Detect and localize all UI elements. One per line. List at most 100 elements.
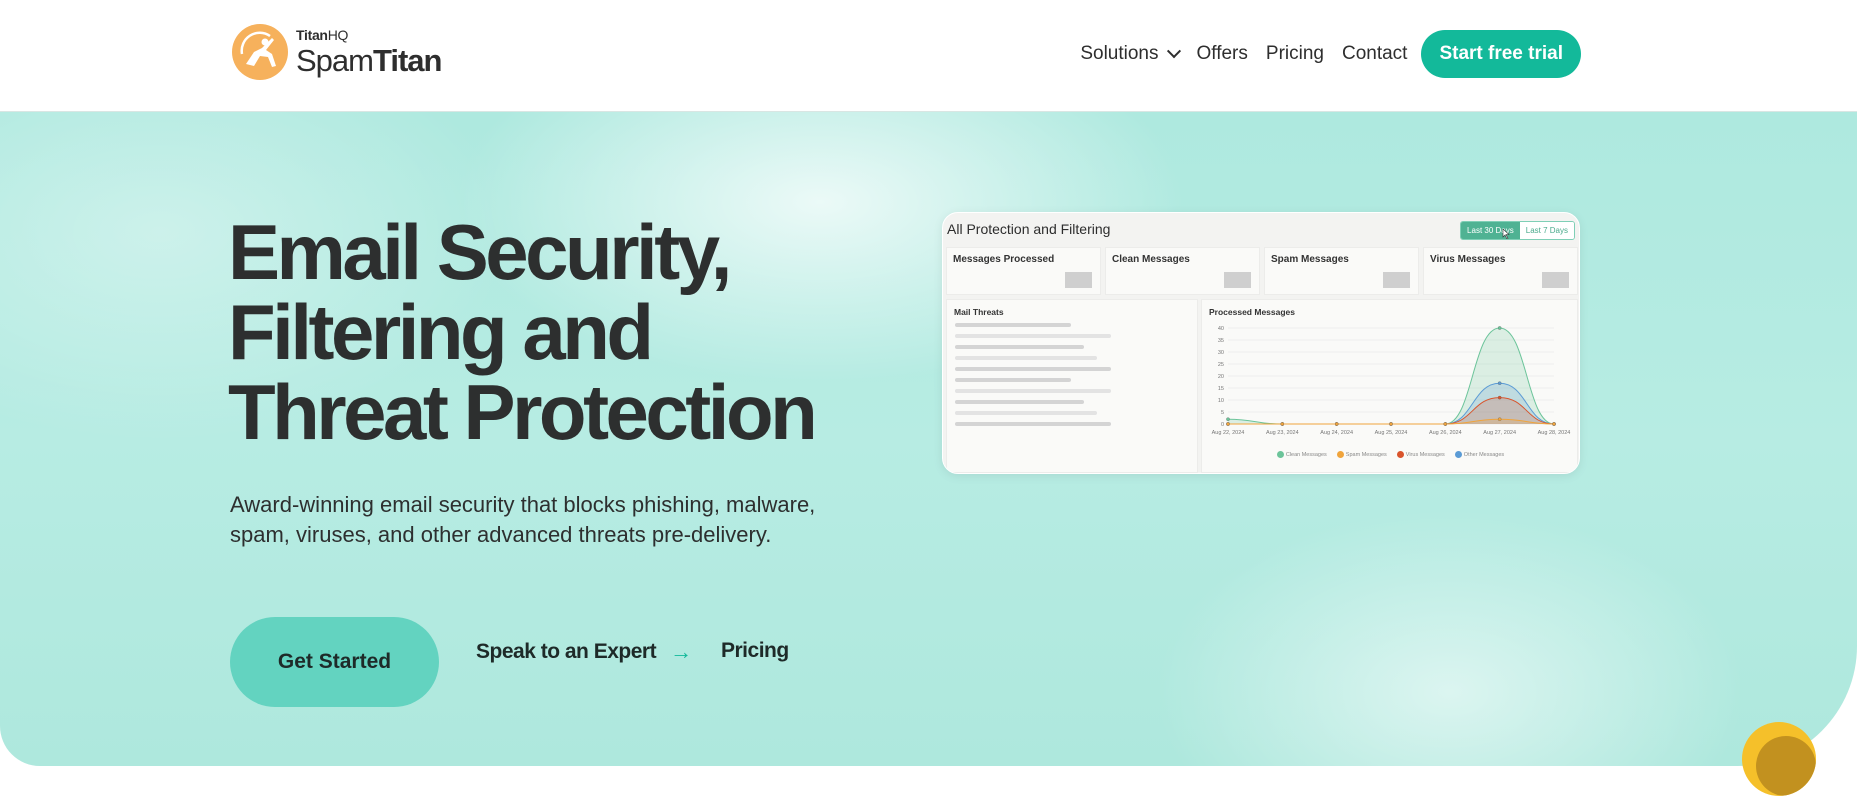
skeleton-line: [955, 356, 1097, 360]
nav-item-label: Solutions: [1080, 43, 1159, 64]
data-point: [1497, 381, 1502, 385]
nav-item-label: Contact: [1341, 43, 1408, 64]
hero-section: Email Security, Filtering and Threat Pro…: [0, 112, 1857, 766]
stat-card-title: Virus Messages: [1430, 254, 1506, 265]
stat-cards: Messages Processed Clean Messages Spam M…: [946, 247, 1578, 295]
y-tick-label: 10: [1218, 398, 1224, 404]
legend-item[interactable]: Virus Messages: [1396, 451, 1445, 458]
dashboard-title: All Protection and Filtering: [947, 221, 1111, 237]
arrow-right-icon: →: [670, 639, 692, 664]
y-tick-label: 35: [1218, 338, 1224, 344]
x-tick-label: Aug 26, 2024: [1429, 430, 1462, 436]
x-tick-label: Aug 27, 2024: [1483, 430, 1516, 436]
data-point: [1389, 422, 1393, 426]
x-tick-label: Aug 28, 2024: [1538, 430, 1571, 436]
stat-card-spam-messages: Spam Messages: [1264, 247, 1419, 295]
titan-logo-icon: [232, 24, 288, 80]
y-tick-label: 15: [1218, 386, 1224, 392]
data-point: [1280, 422, 1285, 426]
range-last-7-days[interactable]: Last 7 Days: [1519, 222, 1574, 239]
dashboard-preview: All Protection and Filtering Last 30 Day…: [942, 212, 1580, 474]
nav-item-offers[interactable]: Offers: [1197, 43, 1248, 65]
y-tick-label: 5: [1221, 410, 1224, 416]
chat-help-bubble[interactable]: [1742, 722, 1816, 796]
y-tick-label: 20: [1218, 374, 1224, 380]
y-tick-label: 0: [1221, 422, 1224, 428]
value-placeholder: [1224, 272, 1251, 288]
nav-item-contact[interactable]: Contact: [1342, 43, 1407, 65]
logo-wordmark: TitanHQ SpamTitan: [296, 28, 442, 78]
start-free-trial-button[interactable]: Start free trial: [1421, 30, 1581, 78]
headline-line: Filtering and: [228, 288, 654, 376]
x-tick-label: Aug 23, 2024: [1266, 430, 1299, 436]
main-nav: Solutions Offers Pricing Contact Start f…: [1080, 30, 1581, 78]
skeleton-line: [955, 345, 1084, 349]
data-point: [1497, 326, 1502, 330]
stat-card-title: Clean Messages: [1112, 254, 1190, 265]
skeleton-line: [955, 400, 1084, 404]
stat-card-clean-messages: Clean Messages: [1105, 247, 1260, 295]
headline-line: Email Security,: [228, 208, 732, 296]
chart-legend: Clean Messages Spam Messages Virus Message…: [1202, 451, 1579, 458]
legend-swatch: [1396, 451, 1404, 458]
legend-item[interactable]: Spam Messages: [1336, 451, 1387, 458]
nav-item-label: Offers: [1196, 43, 1248, 64]
skeleton-line: [955, 422, 1111, 426]
y-tick-label: 40: [1218, 326, 1224, 332]
legend-label: Spam Messages: [1345, 451, 1387, 458]
processed-messages-panel: Processed Messages 0 5 10 15 20 25 30 35 40 Aug 2…: [1201, 299, 1578, 473]
legend-label: Virus Messages: [1405, 451, 1445, 458]
logo-product: SpamTitan: [296, 43, 442, 78]
mail-threats-title: Mail Threats: [954, 307, 1004, 317]
y-tick-label: 25: [1218, 362, 1224, 368]
legend-swatch: [1336, 451, 1344, 458]
headline-line: Threat Protection: [228, 368, 818, 456]
legend-swatch: [1454, 451, 1462, 458]
mail-threats-panel: Mail Threats: [946, 299, 1198, 473]
logo-brand-suffix: HQ: [327, 27, 349, 43]
logo-brand: TitanHQ: [296, 28, 441, 42]
site-header: TitanHQ SpamTitan Solutions Offers Prici…: [0, 0, 1857, 112]
data-point: [1552, 422, 1556, 426]
skeleton-line: [955, 367, 1111, 371]
nav-item-pricing[interactable]: Pricing: [1266, 43, 1324, 65]
skeleton-line: [955, 411, 1097, 415]
logo-product-bold: Titan: [372, 43, 442, 78]
legend-label: Clean Messages: [1285, 451, 1327, 458]
stat-card-title: Messages Processed: [953, 254, 1055, 265]
data-point: [1226, 422, 1230, 426]
legend-item[interactable]: Other Messages: [1454, 451, 1505, 458]
data-point: [1443, 422, 1448, 426]
x-tick-label: Aug 25, 2024: [1375, 430, 1408, 436]
x-tick-label: Aug 24, 2024: [1320, 430, 1353, 436]
data-point: [1334, 422, 1339, 426]
legend-swatch: [1276, 451, 1284, 458]
data-point: [1497, 417, 1502, 421]
hero-subtext: Award-winning email security that blocks…: [230, 492, 816, 547]
speak-to-expert-label: Speak to an Expert: [476, 640, 657, 663]
logo-product-light: Spam: [296, 43, 374, 78]
spamtitan-logo[interactable]: TitanHQ SpamTitan: [232, 24, 442, 80]
date-range-toggle: Last 30 Days Last 7 Days: [1460, 221, 1575, 240]
stat-card-title: Spam Messages: [1271, 254, 1349, 265]
legend-item[interactable]: Clean Messages: [1276, 451, 1327, 458]
stat-card-messages-processed: Messages Processed: [946, 247, 1101, 295]
pointer-cursor-icon: [1502, 229, 1510, 239]
skeleton-line: [955, 323, 1071, 327]
chevron-down-icon: [1166, 44, 1181, 59]
speak-to-expert-link[interactable]: Speak to an Expert →: [476, 639, 692, 665]
y-tick-label: 30: [1218, 350, 1224, 356]
processed-messages-chart: 0 5 10 15 20 25 30 35 40 Aug 22, 2024 Aug 23, 2024…: [1212, 326, 1571, 436]
get-started-button[interactable]: Get Started: [230, 617, 439, 707]
skeleton-line: [955, 378, 1071, 382]
pricing-link[interactable]: Pricing: [721, 639, 789, 663]
value-placeholder: [1542, 272, 1569, 288]
nav-item-solutions[interactable]: Solutions: [1080, 43, 1181, 65]
stat-card-virus-messages: Virus Messages: [1423, 247, 1578, 295]
x-tick-label: Aug 22, 2024: [1212, 430, 1245, 436]
value-placeholder: [1383, 272, 1410, 288]
nav-item-label: Pricing: [1265, 43, 1324, 64]
skeleton-line: [955, 389, 1111, 393]
legend-label: Other Messages: [1463, 451, 1505, 458]
range-last-30-days[interactable]: Last 30 Days: [1461, 222, 1520, 239]
